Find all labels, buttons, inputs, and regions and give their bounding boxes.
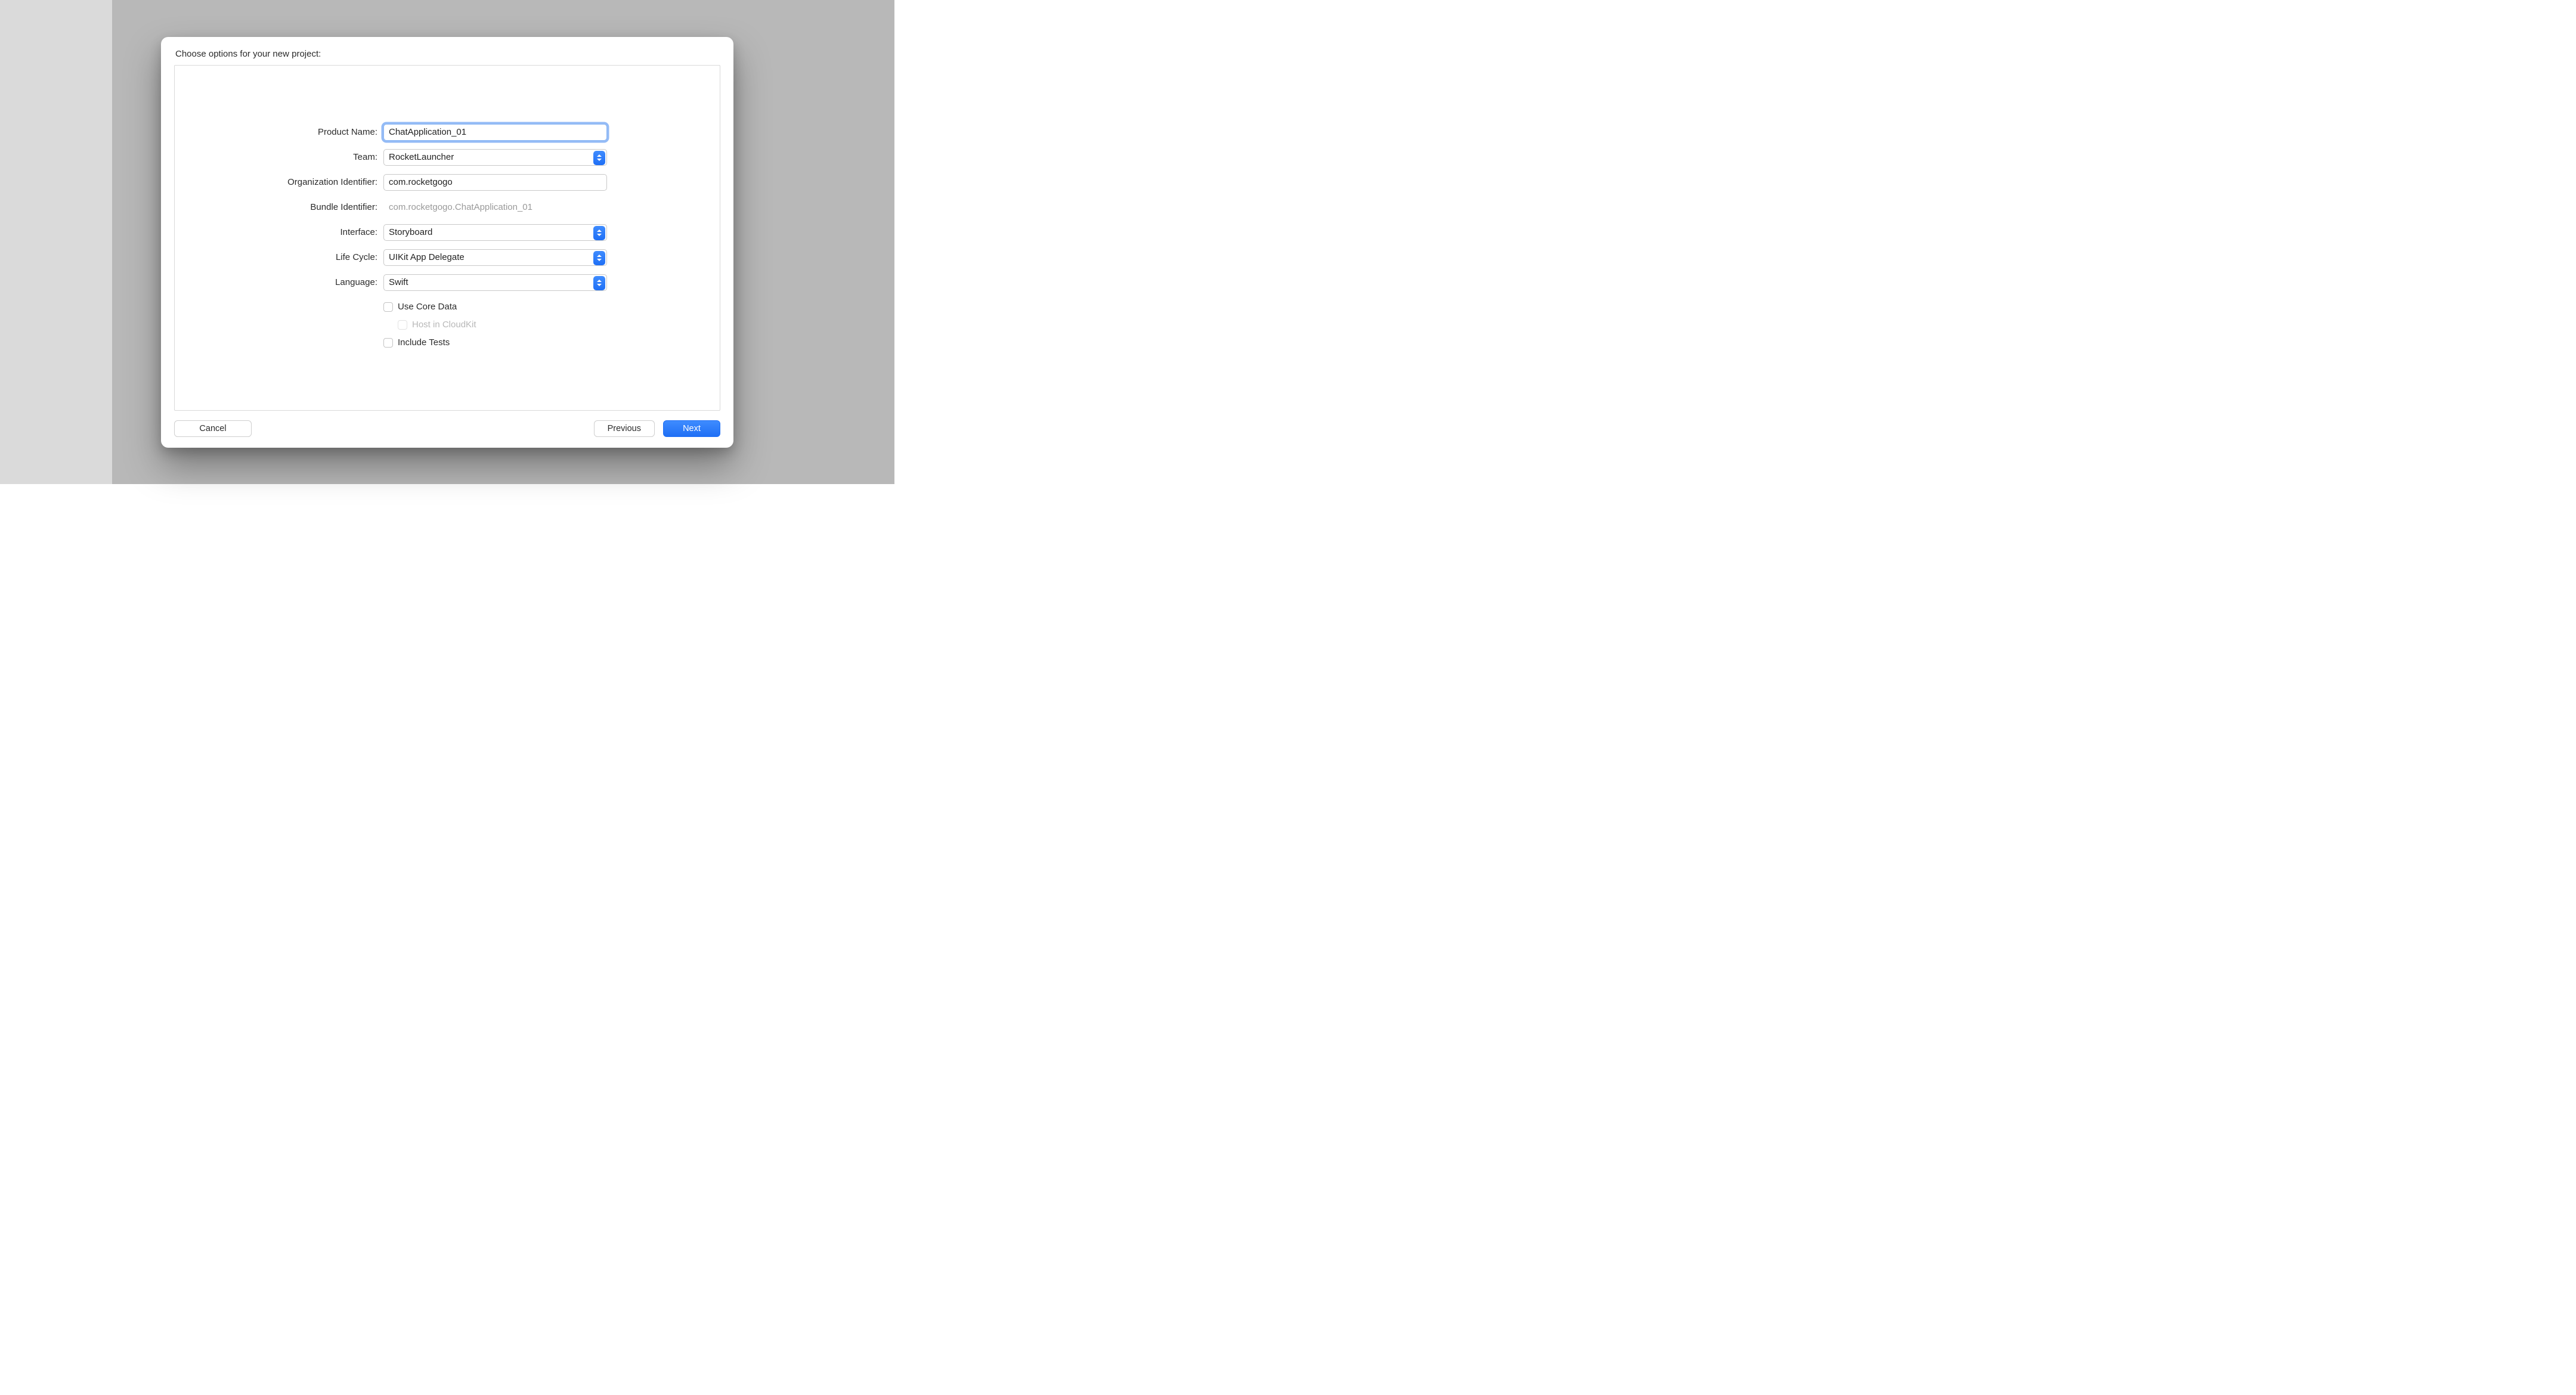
form-panel: Product Name: Team: RocketLauncher Organ… xyxy=(174,65,720,411)
host-cloudkit-label: Host in CloudKit xyxy=(412,320,476,330)
use-core-data-row[interactable]: Use Core Data xyxy=(383,300,607,314)
window-backdrop: Choose options for your new project: Pro… xyxy=(0,0,894,484)
life-cycle-value: UIKit App Delegate xyxy=(389,252,465,262)
team-field-wrap: RocketLauncher xyxy=(383,149,607,166)
interface-popup[interactable]: Storyboard xyxy=(383,224,607,241)
language-popup[interactable]: Swift xyxy=(383,274,607,291)
product-name-field-wrap xyxy=(383,124,607,141)
use-core-data-label: Use Core Data xyxy=(398,302,457,312)
life-cycle-field-wrap: UIKit App Delegate xyxy=(383,249,607,266)
updown-icon xyxy=(593,226,605,240)
include-tests-label: Include Tests xyxy=(398,337,450,348)
label-bundle-identifier: Bundle Identifier: xyxy=(175,202,377,212)
backdrop-panel-left xyxy=(0,0,112,484)
checkbox-icon xyxy=(383,302,393,312)
label-life-cycle: Life Cycle: xyxy=(175,252,377,262)
previous-button[interactable]: Previous xyxy=(594,420,655,437)
checkbox-icon xyxy=(398,320,407,330)
updown-icon xyxy=(593,151,605,165)
label-org-identifier: Organization Identifier: xyxy=(175,177,377,187)
label-language: Language: xyxy=(175,277,377,287)
life-cycle-popup[interactable]: UIKit App Delegate xyxy=(383,249,607,266)
dialog-title: Choose options for your new project: xyxy=(174,49,720,59)
team-popup[interactable]: RocketLauncher xyxy=(383,149,607,166)
host-cloudkit-row: Host in CloudKit xyxy=(398,318,607,331)
team-value: RocketLauncher xyxy=(389,152,454,162)
interface-value: Storyboard xyxy=(389,227,432,237)
language-field-wrap: Swift xyxy=(383,274,607,291)
bundle-identifier-value: com.rocketgogo.ChatApplication_01 xyxy=(383,199,607,216)
cancel-button-label: Cancel xyxy=(199,424,226,433)
updown-icon xyxy=(593,251,605,265)
language-value: Swift xyxy=(389,277,408,287)
dialog-button-bar: Cancel Previous Next xyxy=(174,420,720,437)
next-button[interactable]: Next xyxy=(663,420,720,437)
org-identifier-field-wrap xyxy=(383,174,607,191)
next-button-label: Next xyxy=(683,424,701,433)
checkbox-icon xyxy=(383,338,393,348)
org-identifier-input[interactable] xyxy=(383,174,607,191)
checkbox-column: Use Core Data Host in CloudKit Include T… xyxy=(383,299,607,349)
new-project-options-dialog: Choose options for your new project: Pro… xyxy=(161,37,733,448)
label-interface: Interface: xyxy=(175,227,377,237)
include-tests-row[interactable]: Include Tests xyxy=(383,336,607,349)
label-team: Team: xyxy=(175,152,377,162)
interface-field-wrap: Storyboard xyxy=(383,224,607,241)
form-grid: Product Name: Team: RocketLauncher Organ… xyxy=(175,124,720,349)
previous-button-label: Previous xyxy=(608,424,641,433)
cancel-button[interactable]: Cancel xyxy=(174,420,252,437)
product-name-input[interactable] xyxy=(383,124,607,141)
updown-icon xyxy=(593,276,605,290)
right-button-group: Previous Next xyxy=(594,420,720,437)
label-product-name: Product Name: xyxy=(175,127,377,137)
